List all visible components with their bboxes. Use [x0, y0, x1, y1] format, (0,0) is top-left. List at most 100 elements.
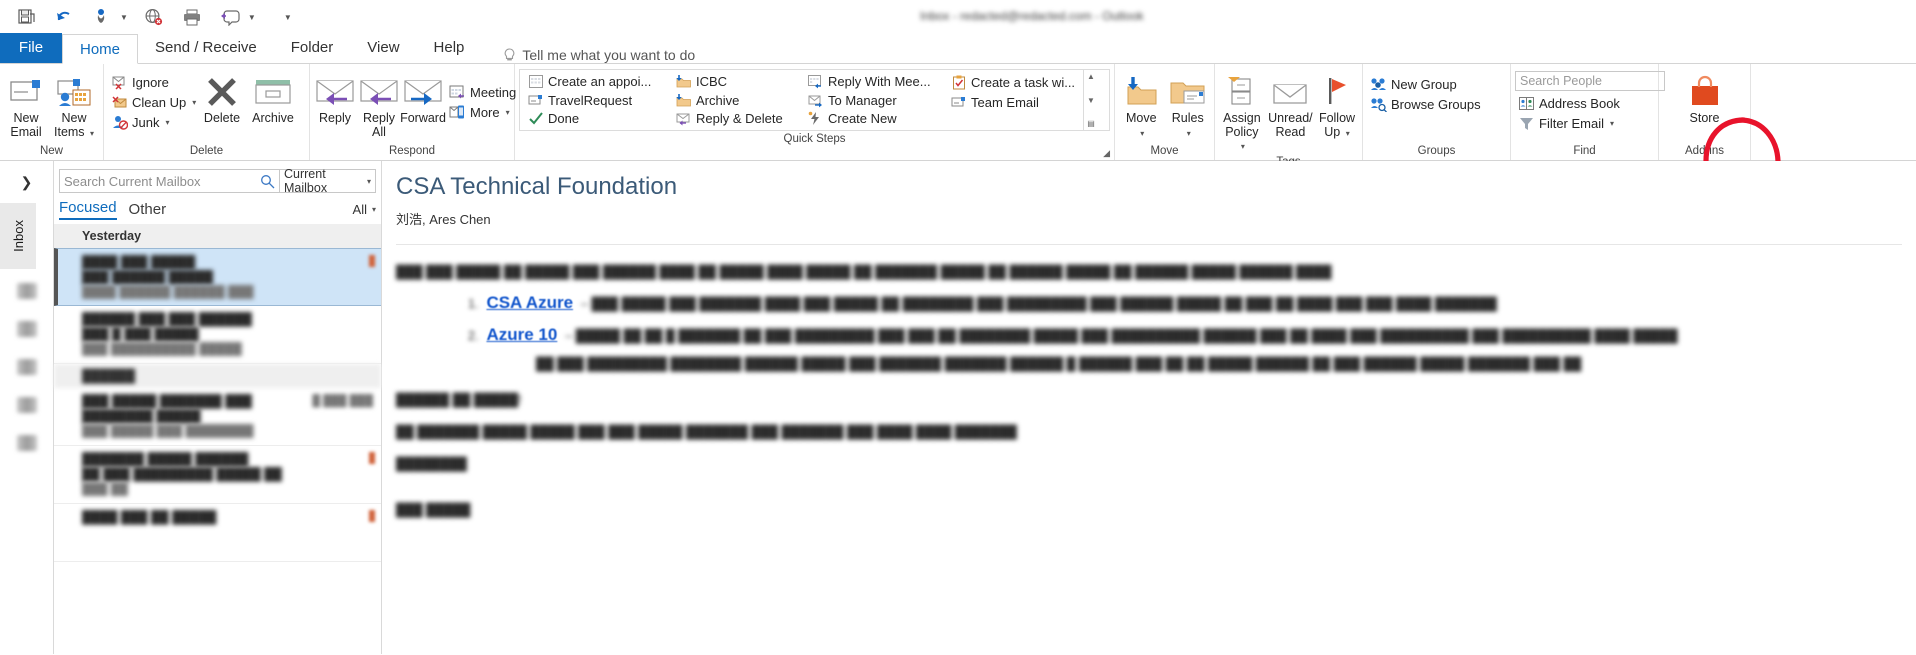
- quick-step-to-manager[interactable]: To Manager: [804, 91, 939, 110]
- flag-icon[interactable]: [369, 452, 375, 464]
- tab-other[interactable]: Other: [129, 201, 167, 218]
- expand-folder-pane-button[interactable]: ❯: [0, 161, 53, 203]
- tab-folder[interactable]: Folder: [274, 33, 351, 63]
- tab-view[interactable]: View: [350, 33, 416, 63]
- scroll-up-icon[interactable]: ▲: [1087, 72, 1095, 81]
- address-book-button[interactable]: Address Book: [1515, 93, 1665, 113]
- forward-button[interactable]: Forward: [400, 70, 446, 128]
- quick-step-create-appointment[interactable]: Create an appoi...: [524, 72, 664, 91]
- print-icon[interactable]: [180, 6, 204, 28]
- filter-all-label: All: [352, 202, 367, 217]
- more-icon: [449, 104, 466, 121]
- flag-icon[interactable]: [369, 255, 375, 267]
- quick-step-label: TravelRequest: [548, 92, 633, 108]
- tab-home[interactable]: Home: [62, 34, 139, 64]
- link-azure-10[interactable]: Azure 10: [486, 325, 557, 345]
- reply-all-button[interactable]: Reply All: [358, 70, 400, 141]
- rules-button[interactable]: Rules ▾: [1166, 70, 1211, 142]
- scroll-down-icon[interactable]: ▼: [1087, 96, 1095, 105]
- new-items-button[interactable]: New Items ▾: [50, 70, 98, 142]
- message-sender: ████ ███ █████: [82, 255, 196, 269]
- folder-item-blur[interactable]: [16, 435, 37, 451]
- search-input[interactable]: Search Current Mailbox: [59, 169, 280, 193]
- unread-read-button[interactable]: Unread/Read: [1267, 70, 1314, 141]
- reply-icon: [313, 72, 357, 112]
- body-signature: ███ █████: [396, 503, 471, 517]
- reply-all-qat-icon[interactable]: [218, 6, 242, 28]
- message-preview: ████ ██████ ██████ ███: [82, 285, 254, 299]
- assign-policy-icon: [1224, 72, 1260, 112]
- undo-icon[interactable]: [52, 6, 76, 28]
- customize-qat-icon[interactable]: ▼: [276, 6, 300, 28]
- message-subject: ███ █ ███ █████: [82, 327, 199, 341]
- filter-all-dropdown[interactable]: All ▾: [353, 202, 376, 217]
- scroll-more-icon[interactable]: ▤: [1087, 119, 1095, 128]
- list-item[interactable]: ██████ ███ ███ ██████ ███ █ ███ █████ ██…: [54, 306, 381, 364]
- tab-file[interactable]: File: [0, 33, 62, 63]
- quick-step-travel-request[interactable]: TravelRequest: [524, 91, 664, 110]
- quick-step-team-email[interactable]: Team Email: [947, 92, 1079, 112]
- meeting-button[interactable]: Meeting: [446, 82, 519, 102]
- message-time: █ ███ ███: [312, 395, 373, 407]
- date-group-header: Yesterday: [54, 224, 381, 248]
- store-button[interactable]: Store: [1682, 70, 1728, 128]
- quick-step-done[interactable]: Done: [524, 109, 664, 128]
- message-body: ███ ███ █████ ██ █████ ███ ██████ ████ █…: [396, 244, 1902, 517]
- offline-icon[interactable]: [142, 6, 166, 28]
- quick-step-reply-delete[interactable]: Reply & Delete: [672, 109, 796, 128]
- ribbon-group-find: Search People Address Book Filter Email ▾…: [1511, 64, 1665, 160]
- junk-button[interactable]: Junk ▾: [108, 112, 196, 132]
- reply-button[interactable]: Reply: [314, 70, 356, 128]
- search-icon[interactable]: [260, 174, 275, 189]
- archive-button[interactable]: Archive: [248, 70, 298, 128]
- folder-item-blur[interactable]: [16, 397, 37, 413]
- new-group-icon: [1370, 76, 1387, 93]
- quick-step-reply-with-meeting[interactable]: Reply With Mee...: [804, 72, 939, 91]
- touch-mode-dropdown-caret[interactable]: ▼: [120, 13, 128, 22]
- tab-help[interactable]: Help: [417, 33, 482, 63]
- quick-steps-col-3: Reply With Mee... To Manager Create New: [800, 70, 943, 130]
- quick-step-archive[interactable]: Archive: [672, 91, 796, 110]
- link-csa-azure[interactable]: CSA Azure: [486, 293, 573, 313]
- flag-icon[interactable]: [369, 510, 375, 522]
- quick-step-create-new[interactable]: Create New: [804, 109, 939, 128]
- filter-email-button[interactable]: Filter Email ▾: [1515, 113, 1665, 133]
- clean-up-button[interactable]: Clean Up ▾: [108, 92, 196, 112]
- search-people-input[interactable]: Search People: [1515, 71, 1665, 91]
- quick-step-label: Done: [548, 111, 580, 127]
- list-item[interactable]: ███████ █████ ██████ ██ ███ █████████ ██…: [54, 446, 381, 504]
- browse-groups-button[interactable]: Browse Groups: [1367, 94, 1484, 114]
- list-item[interactable]: ████ ███ ██ █████: [54, 504, 381, 562]
- move-button[interactable]: Move ▾: [1119, 70, 1164, 142]
- folder-item-blur[interactable]: [16, 321, 37, 337]
- new-email-button[interactable]: New Email: [4, 70, 48, 141]
- save-icon[interactable]: [14, 6, 38, 28]
- reply-all-qat-caret[interactable]: ▼: [248, 13, 256, 22]
- inbox-label: Inbox: [10, 220, 26, 252]
- quick-step-create-task[interactable]: Create a task wi...: [947, 72, 1079, 92]
- ignore-button[interactable]: Ignore: [108, 72, 196, 92]
- search-scope-dropdown[interactable]: Current Mailbox ▾: [280, 167, 376, 195]
- inbox-vertical-tab[interactable]: Inbox: [0, 203, 36, 269]
- tell-me-label: Tell me what you want to do: [522, 47, 696, 63]
- archive-label: Archive: [252, 111, 294, 125]
- body-list-item-continuation: ██ ███ █████████ ████████ ██████ █████ █…: [396, 357, 1902, 371]
- quick-steps-scrollbar[interactable]: ▲ ▼ ▤: [1083, 70, 1098, 130]
- tell-me-search[interactable]: Tell me what you want to do: [503, 47, 695, 63]
- tab-send-receive[interactable]: Send / Receive: [138, 33, 274, 63]
- tab-focused[interactable]: Focused: [59, 199, 117, 220]
- quick-step-icbc[interactable]: ICBC: [672, 72, 796, 91]
- list-item[interactable]: ███ █████ ███████ ███ ████████ █████ ███…: [54, 388, 381, 446]
- list-item[interactable]: ████ ███ █████ ███ ██████ █████ ████ ███…: [54, 248, 381, 306]
- ribbon: New Email New Items ▾ New Ignore Clean U…: [0, 64, 1916, 205]
- folder-item-blur[interactable]: [16, 359, 37, 375]
- more-button[interactable]: More ▾: [446, 102, 519, 122]
- delete-button[interactable]: Delete: [198, 70, 246, 128]
- team-email-icon: [950, 94, 967, 111]
- assign-policy-button[interactable]: Assign Policy ▾: [1219, 70, 1265, 156]
- quick-steps-dialog-launcher[interactable]: ◢: [1103, 148, 1110, 159]
- new-group-button[interactable]: New Group: [1367, 74, 1484, 94]
- folder-item-blur[interactable]: [16, 283, 37, 299]
- follow-up-button[interactable]: Follow Up ▾: [1316, 70, 1358, 142]
- touch-mode-icon[interactable]: [90, 6, 114, 28]
